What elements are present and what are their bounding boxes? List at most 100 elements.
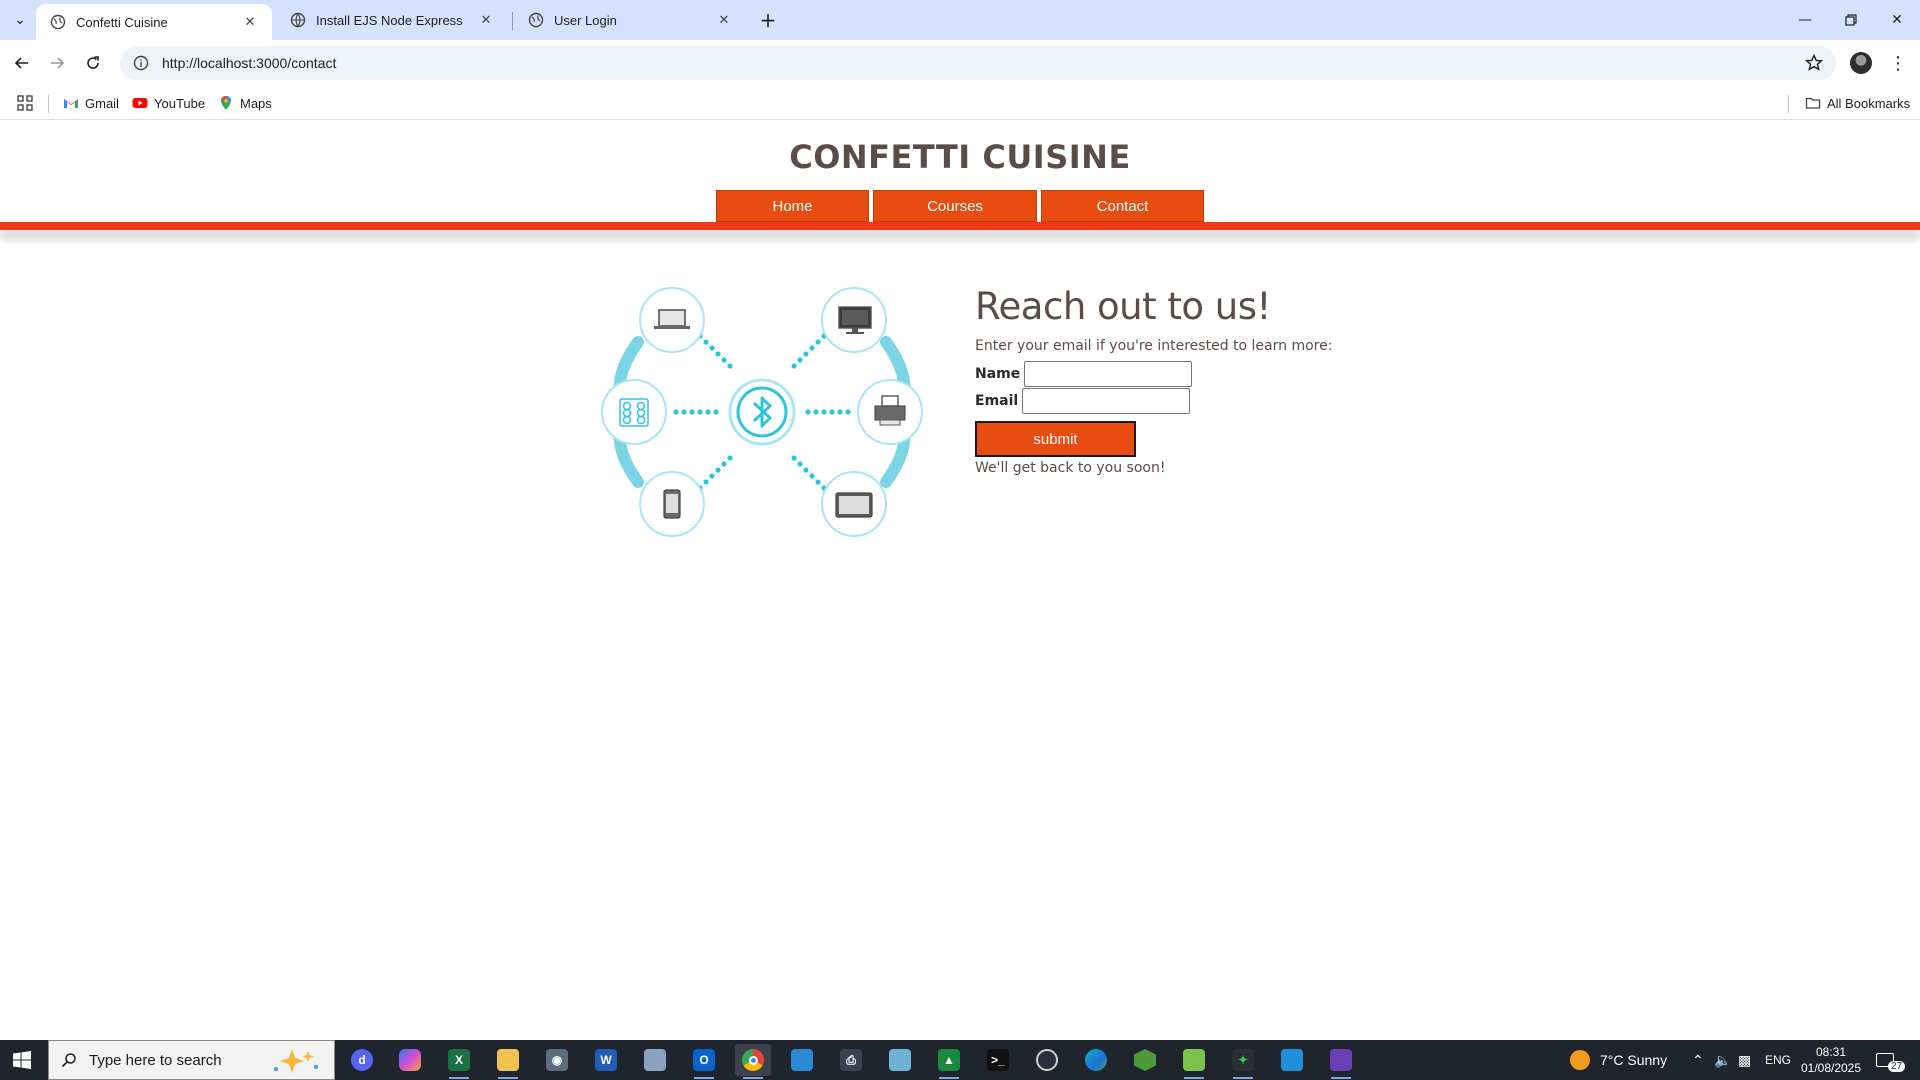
bluetooth-devices-illustration — [601, 287, 923, 537]
name-input[interactable] — [1024, 361, 1193, 387]
bookmark-separator — [1788, 95, 1789, 113]
tab-close-icon[interactable]: ✕ — [478, 12, 494, 28]
show-hidden-icons[interactable]: ⌃ — [1692, 1040, 1704, 1080]
minimize-icon[interactable]: — — [1782, 0, 1828, 40]
bookmarks-bar: Gmail YouTube Maps All Bookmarks — [0, 86, 1920, 120]
windows-taskbar: Type here to search d X ◉ W O ⎙ ▲ >_ ✦ 7… — [0, 1040, 1920, 1080]
nav-contact[interactable]: Contact — [1041, 190, 1204, 222]
maps-icon — [221, 96, 231, 110]
clock-date: 01/08/2025 — [1800, 1061, 1862, 1075]
taskbar-notepad-icon[interactable] — [882, 1044, 918, 1076]
taskbar-news-icon[interactable] — [784, 1044, 820, 1076]
email-label: Email — [975, 393, 1019, 409]
submit-button[interactable]: submit — [975, 421, 1136, 457]
tab-search-dropdown-icon[interactable]: ⌄ — [8, 8, 32, 32]
taskbar-clock[interactable]: 08:31 01/08/2025 — [1796, 1044, 1866, 1076]
browser-tab-strip: ⌄ Confetti Cuisine ✕ Install EJS Node Ex… — [0, 0, 1920, 40]
bookmark-label: Gmail — [85, 95, 119, 111]
taskbar-terminal-icon[interactable]: >_ — [980, 1044, 1016, 1076]
address-bar[interactable]: http://localhost:3000/contact — [120, 46, 1836, 80]
name-label: Name — [975, 366, 1021, 382]
volume-muted-icon[interactable]: 🔈 — [1714, 1040, 1731, 1080]
profile-avatar[interactable] — [1850, 52, 1872, 74]
sun-icon — [1570, 1050, 1590, 1070]
tab-close-icon[interactable]: ✕ — [716, 12, 732, 28]
taskbar-chrome-icon[interactable] — [735, 1044, 771, 1079]
taskbar-word-icon[interactable]: W — [588, 1044, 624, 1076]
copilot-sparkle-icon — [274, 1049, 318, 1073]
search-placeholder: Type here to search — [89, 1051, 222, 1069]
globe-icon — [290, 12, 306, 28]
nav-courses[interactable]: Courses — [873, 190, 1037, 222]
header-divider-bar — [0, 222, 1920, 230]
taskbar-discord-icon[interactable]: d — [344, 1044, 380, 1076]
tab-install-ejs[interactable]: Install EJS Node Express ✕ — [276, 0, 508, 40]
folder-icon — [1805, 97, 1821, 109]
tab-user-login[interactable]: User Login ✕ — [514, 0, 746, 40]
site-header: CONFETTI CUISINE Home Courses Contact — [0, 120, 1920, 230]
email-field-row: Email — [975, 388, 1395, 414]
new-tab-icon[interactable]: + — [756, 8, 780, 32]
name-field-row: Name — [975, 361, 1395, 387]
taskbar-file-explorer-icon[interactable] — [490, 1044, 526, 1079]
taskbar-search-box[interactable]: Type here to search — [48, 1040, 335, 1080]
taskbar-sheets-icon[interactable] — [1176, 1044, 1212, 1079]
bookmark-gmail[interactable]: Gmail — [63, 92, 119, 114]
bookmark-label: Maps — [240, 95, 272, 111]
site-info-icon[interactable] — [132, 54, 150, 72]
tab-separator — [512, 12, 513, 30]
taskbar-vscode-icon[interactable] — [1274, 1044, 1310, 1076]
contact-subtitle: Enter your email if you're interested to… — [975, 338, 1333, 354]
youtube-icon — [132, 98, 148, 108]
browser-menu-icon[interactable]: ⋮ — [1888, 51, 1908, 75]
windows-start-icon[interactable] — [12, 1050, 32, 1070]
taskbar-visual-studio-icon[interactable] — [1323, 1044, 1359, 1079]
bookmark-star-icon[interactable] — [1804, 53, 1824, 73]
globe-icon — [528, 12, 544, 28]
restore-icon[interactable] — [1828, 0, 1874, 40]
browser-toolbar: http://localhost:3000/contact ⋮ — [0, 40, 1920, 86]
back-icon[interactable] — [10, 51, 34, 75]
taskbar-app-green-icon[interactable]: ▲ — [931, 1044, 967, 1079]
taskbar-excel-icon[interactable]: X — [441, 1044, 477, 1079]
notification-center[interactable]: 27 — [1876, 1040, 1906, 1080]
language-indicator[interactable]: ENG — [1765, 1040, 1791, 1080]
all-bookmarks-button[interactable]: All Bookmarks — [1805, 92, 1910, 114]
taskbar-copilot-icon[interactable] — [392, 1044, 428, 1076]
site-title: CONFETTI CUISINE — [789, 138, 1131, 176]
gmail-icon — [64, 99, 78, 108]
taskbar-camera-icon[interactable]: ◉ — [539, 1044, 575, 1076]
bookmark-youtube[interactable]: YouTube — [132, 92, 205, 114]
close-window-icon[interactable]: ✕ — [1874, 0, 1920, 40]
taskbar-obs-icon[interactable] — [1029, 1044, 1065, 1076]
reload-icon[interactable] — [81, 51, 105, 75]
tab-close-icon[interactable]: ✕ — [242, 14, 258, 30]
taskbar-app-bird-icon[interactable]: ✦ — [1225, 1044, 1261, 1079]
weather-widget[interactable]: 7°C Sunny — [1570, 1040, 1667, 1080]
tab-title: Confetti Cuisine — [76, 14, 168, 30]
site-nav: Home Courses Contact — [716, 190, 1204, 222]
tab-title: Install EJS Node Express — [316, 12, 463, 28]
apps-grid-icon[interactable] — [16, 92, 34, 114]
forward-icon[interactable] — [45, 51, 69, 75]
taskbar-edge-icon[interactable] — [1078, 1044, 1114, 1076]
battery-icon[interactable]: ▩ — [1738, 1040, 1751, 1080]
notification-count: 27 — [1888, 1060, 1906, 1072]
taskbar-nodejs-icon[interactable] — [1127, 1044, 1163, 1076]
all-bookmarks-label: All Bookmarks — [1827, 95, 1911, 111]
taskbar-photos-icon[interactable] — [637, 1044, 673, 1076]
bookmark-maps[interactable]: Maps — [218, 92, 272, 114]
tab-confetti-cuisine[interactable]: Confetti Cuisine ✕ — [36, 4, 272, 40]
contact-footer-text: We'll get back to you soon! — [975, 460, 1166, 476]
contact-section: Reach out to us! Enter your email if you… — [975, 285, 1395, 476]
bookmark-separator — [48, 95, 49, 113]
contact-heading: Reach out to us! — [975, 285, 1271, 328]
email-input[interactable] — [1022, 388, 1191, 414]
url-text[interactable]: http://localhost:3000/contact — [162, 55, 336, 71]
taskbar-printer-icon[interactable]: ⎙ — [833, 1044, 869, 1076]
search-icon — [61, 1053, 76, 1068]
globe-icon — [50, 14, 66, 30]
taskbar-outlook-icon[interactable]: O — [686, 1044, 722, 1079]
tab-title: User Login — [554, 12, 617, 28]
nav-home[interactable]: Home — [716, 190, 869, 222]
